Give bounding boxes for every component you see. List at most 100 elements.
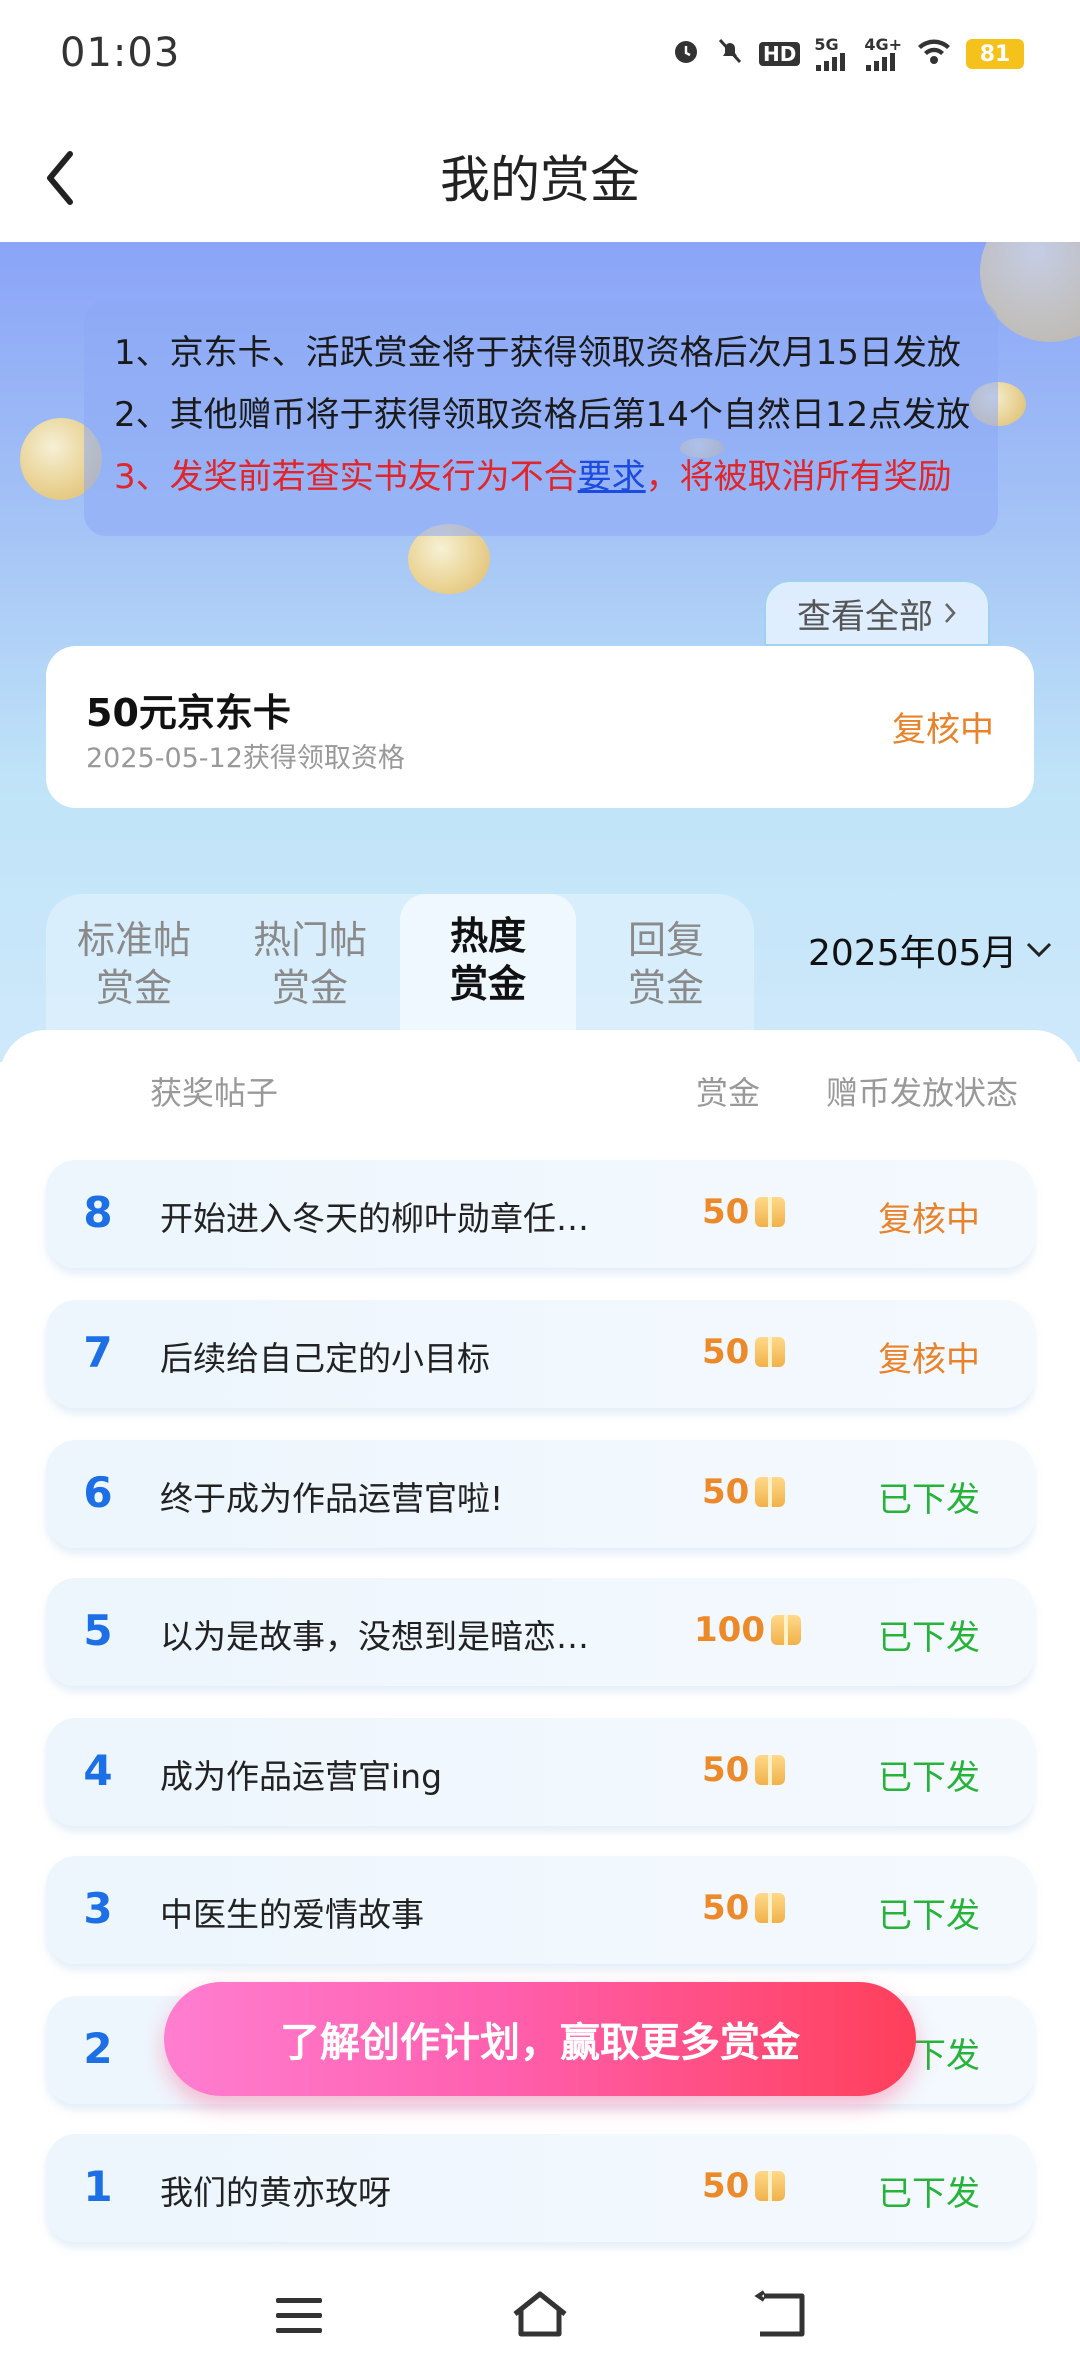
tab-label-line1: 回复 — [627, 918, 704, 962]
coin-icon — [755, 2171, 786, 2201]
row-rank: 8 — [83, 1188, 113, 1237]
notice-line-3-prefix: 3、发奖前若查实书友行为不合 — [114, 457, 578, 497]
signal-5g-icon: 5G — [814, 37, 850, 71]
signal-4g-icon: 4G+ — [864, 37, 902, 71]
row-status: 已下发 — [878, 2174, 980, 2214]
menu-button[interactable] — [264, 2282, 334, 2352]
notice-line-3: 3、发奖前若查实书友行为不合要求，将被取消所有奖励 — [114, 446, 998, 508]
status-icons: HD 5G 4G+ 81 — [671, 36, 1024, 72]
network-4g-label: 4G+ — [864, 35, 902, 54]
battery-indicator: 81 — [966, 39, 1024, 69]
row-post-title: 以为是故事，没想到是暗恋… — [160, 1617, 589, 1656]
reward-row[interactable]: 4 成为作品运营官ing 50 已下发 — [46, 1718, 1034, 1826]
row-reward-amount: 50 — [702, 1472, 750, 1512]
row-reward-amount: 50 — [702, 1332, 750, 1372]
creation-plan-button[interactable]: 了解创作计划，赢取更多赏金 — [164, 1982, 916, 2096]
tab-label-line2: 赏金 — [271, 966, 348, 1010]
row-status: 复核中 — [878, 1200, 980, 1240]
status-time: 01:03 — [60, 30, 181, 76]
tab-popularity[interactable]: 热度 赏金 — [400, 894, 576, 1034]
reward-row[interactable]: 8 开始进入冬天的柳叶勋章任… 50 复核中 — [46, 1160, 1034, 1268]
column-header-status: 赠币发放状态 — [826, 1074, 1019, 1112]
row-reward: 50 — [702, 1750, 786, 1790]
jd-card-status: 复核中 — [892, 710, 994, 750]
column-header-reward: 赏金 — [696, 1074, 761, 1112]
tab-label-line1: 热门帖 — [252, 918, 367, 962]
month-picker[interactable]: 2025年05月 — [808, 924, 1053, 976]
row-reward: 50 — [702, 1472, 786, 1512]
row-rank: 2 — [83, 2024, 113, 2073]
wifi-icon — [916, 37, 952, 71]
chevron-right-icon — [945, 603, 956, 623]
row-reward: 50 — [702, 1332, 786, 1372]
row-post-title: 我们的黄亦玫呀 — [160, 2173, 391, 2212]
row-reward: 50 — [702, 1888, 786, 1928]
tab-label-line1: 标准帖 — [76, 918, 191, 962]
tab-label-line2: 赏金 — [449, 962, 526, 1006]
requirements-link[interactable]: 要求 — [578, 457, 646, 497]
row-reward: 50 — [702, 1192, 786, 1232]
coin-icon — [755, 1755, 786, 1785]
row-post-title: 开始进入冬天的柳叶勋章任… — [160, 1199, 589, 1238]
hd-icon: HD — [758, 42, 801, 66]
tab-label-line2: 赏金 — [95, 966, 172, 1010]
row-rank: 4 — [83, 1746, 113, 1795]
home-icon — [513, 2291, 567, 2337]
row-rank: 1 — [83, 2162, 113, 2211]
row-status: 已下发 — [878, 1896, 980, 1936]
tab-label-line1: 热度 — [449, 914, 526, 958]
notice-line-2: 2、其他赠币将于获得领取资格后第14个自然日12点发放 — [114, 395, 971, 435]
jd-card-reward[interactable]: 50元京东卡 2025-05-12获得领取资格 复核中 — [46, 646, 1034, 808]
tab-hot-post[interactable]: 热门帖 赏金 — [222, 906, 398, 1034]
coin-icon — [755, 1337, 786, 1367]
reward-row[interactable]: 6 终于成为作品运营官啦! 50 已下发 — [46, 1440, 1034, 1548]
row-reward-amount: 100 — [694, 1610, 765, 1650]
app-header: 我的赏金 — [0, 110, 1080, 242]
reward-row[interactable]: 5 以为是故事，没想到是暗恋… 100 已下发 — [46, 1578, 1034, 1686]
row-rank: 5 — [83, 1606, 113, 1655]
row-rank: 7 — [83, 1328, 113, 1377]
row-status: 已下发 — [878, 1480, 980, 1520]
back-icon — [754, 2290, 805, 2337]
view-all-button[interactable]: 查看全部 — [764, 580, 990, 646]
row-status: 已下发 — [878, 1618, 980, 1658]
row-rank: 6 — [83, 1468, 113, 1517]
row-reward-amount: 50 — [702, 1192, 750, 1232]
system-nav-bar — [0, 2256, 1080, 2376]
tab-standard-post[interactable]: 标准帖 赏金 — [46, 906, 222, 1034]
chevron-down-icon — [1027, 942, 1052, 958]
row-reward-amount: 50 — [702, 1888, 750, 1928]
coin-icon — [755, 1477, 786, 1507]
row-reward: 50 — [702, 2166, 786, 2206]
alarm-icon — [671, 36, 701, 72]
row-reward-amount: 50 — [702, 1750, 750, 1790]
row-post-title: 成为作品运营官ing — [160, 1757, 443, 1796]
reward-row[interactable]: 1 我们的黄亦玫呀 50 已下发 — [46, 2134, 1034, 2242]
home-button[interactable] — [505, 2282, 575, 2352]
reward-row[interactable]: 3 中医生的爱情故事 50 已下发 — [46, 1856, 1034, 1964]
coin-icon — [755, 1197, 786, 1227]
mute-icon — [715, 36, 745, 72]
month-value: 2025年05月 — [808, 933, 1018, 974]
network-5g-label: 5G — [814, 35, 839, 54]
tab-reply[interactable]: 回复 赏金 — [578, 906, 754, 1034]
row-status: 已下发 — [878, 1758, 980, 1798]
row-post-title: 中医生的爱情故事 — [160, 1895, 424, 1934]
tab-label-line2: 赏金 — [627, 966, 704, 1010]
column-header-post: 获奖帖子 — [150, 1074, 279, 1112]
jd-card-title: 50元京东卡 — [86, 691, 291, 735]
jd-card-date: 2025-05-12获得领取资格 — [86, 743, 405, 774]
reward-row[interactable]: 7 后续给自己定的小目标 50 复核中 — [46, 1300, 1034, 1408]
menu-icon — [276, 2298, 322, 2333]
row-post-title: 终于成为作品运营官啦! — [160, 1479, 504, 1518]
coin-icon — [755, 1893, 786, 1923]
row-rank: 3 — [83, 1884, 113, 1933]
notice-box: 1、京东卡、活跃赏金将于获得领取资格后次月15日发放 2、其他赠币将于获得领取资… — [84, 300, 998, 536]
row-post-title: 后续给自己定的小目标 — [160, 1339, 490, 1378]
row-status: 复核中 — [878, 1340, 980, 1380]
page-title: 我的赏金 — [440, 151, 640, 209]
status-bar: 01:03 HD 5G 4G+ 81 — [0, 0, 1080, 110]
back-nav-button[interactable] — [746, 2282, 816, 2352]
notice-line-3-suffix: ，将被取消所有奖励 — [645, 457, 952, 497]
row-reward-amount: 50 — [702, 2166, 750, 2206]
